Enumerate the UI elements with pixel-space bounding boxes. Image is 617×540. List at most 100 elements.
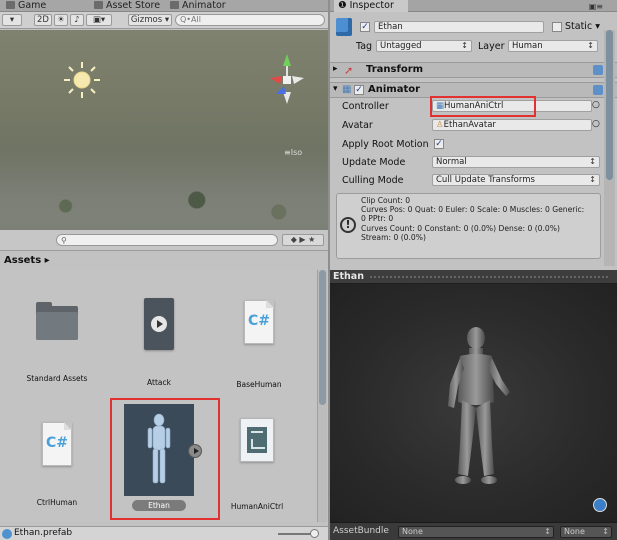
assetbundle-dropdown[interactable]: None <box>398 526 554 538</box>
preview-settings-icon[interactable] <box>593 498 607 512</box>
layer-dropdown[interactable]: Human <box>508 40 598 52</box>
info-line: Curves Count: 0 Constant: 0 (0.0%) Dense… <box>361 223 560 233</box>
tab-game-label: Game <box>18 0 47 11</box>
controller-value: HumanAniCtrl <box>444 101 504 111</box>
directional-light-icon[interactable] <box>62 60 102 100</box>
folder-icon <box>36 302 78 340</box>
gizmos-label: Gizmos <box>130 15 163 25</box>
effects-dropdown-icon[interactable]: ▣▾ <box>86 14 112 26</box>
help-book-icon[interactable] <box>593 85 603 95</box>
asset-item[interactable]: C# BaseHuman <box>216 300 302 389</box>
object-picker-icon[interactable]: ○ <box>592 119 600 129</box>
transform-title: Transform <box>366 64 424 75</box>
animator-component-icon: ▦ <box>342 84 352 95</box>
object-picker-icon[interactable]: ○ <box>592 100 600 110</box>
tab-asset-store-label: Asset Store <box>106 0 161 11</box>
asset-grid: Standard Assets Attack C# BaseHuman C# C… <box>0 270 316 522</box>
ethan-model-preview <box>448 327 510 484</box>
inspector-scrollbar[interactable] <box>604 30 615 266</box>
animator-component-header[interactable]: ▾ ▦ ✓ Animator ⚙ <box>330 82 617 98</box>
tab-game[interactable]: Game <box>6 0 46 12</box>
orientation-gizmo-icon[interactable] <box>264 50 310 110</box>
slider-knob[interactable] <box>310 529 319 538</box>
info-line: 0 PPtr: 0 <box>361 214 394 224</box>
assetbundle-bar: AssetBundle None None <box>330 522 617 540</box>
asset-label: CtrlHuman <box>36 498 78 507</box>
gizmos-dropdown[interactable]: Gizmos ▾ <box>128 14 172 26</box>
active-checkbox[interactable]: ✓ <box>360 22 370 32</box>
asset-item[interactable]: Standard Assets <box>14 302 100 383</box>
foldout-arrow-icon: ▸ <box>333 64 338 74</box>
assets-breadcrumb[interactable]: Assets ▸ <box>4 255 50 266</box>
animator-icon <box>170 1 179 9</box>
info-icon: ❶ <box>338 0 347 11</box>
info-lines: Clip Count: 0 Curves Pos: 0 Quat: 0 Eule… <box>361 196 601 242</box>
icon-size-slider[interactable] <box>278 533 314 535</box>
model-preview-viewport[interactable] <box>330 284 617 522</box>
asset-label: Attack <box>147 378 171 387</box>
preview-header[interactable]: Ethan <box>330 270 617 284</box>
mode-2d-button[interactable]: 2D <box>34 14 52 26</box>
asset-scrollbar[interactable] <box>317 270 327 522</box>
asset-label: Ethan <box>132 500 186 511</box>
static-checkbox[interactable] <box>552 22 562 32</box>
warning-info-icon: ! <box>340 217 356 233</box>
drag-handle[interactable] <box>370 276 610 278</box>
animator-enabled-checkbox[interactable]: ✓ <box>354 85 364 95</box>
projection-label[interactable]: ≡Iso <box>284 148 302 157</box>
asset-item[interactable]: Attack <box>116 298 202 387</box>
lock-icon[interactable]: ▣≡ <box>589 2 603 11</box>
tag-label: Tag <box>356 41 373 52</box>
filter-buttons[interactable]: ◆ ▶ ★ <box>282 234 324 246</box>
shading-dropdown[interactable]: ▾ <box>2 14 22 26</box>
assetbundle-variant-dropdown[interactable]: None <box>560 526 612 538</box>
model-prefab-icon <box>124 404 202 496</box>
asset-label: Standard Assets <box>26 374 88 383</box>
csharp-script-icon: C# <box>244 300 274 344</box>
game-icon <box>6 1 15 9</box>
terrain-ground <box>0 170 328 230</box>
transform-component-header[interactable]: ▸ ➚ Transform ⚙ <box>330 62 617 78</box>
expand-prefab-button[interactable] <box>188 444 202 458</box>
culling-mode-label: Culling Mode <box>342 175 404 186</box>
avatar-field[interactable]: ♙EthanAvatar <box>432 119 592 131</box>
scrollbar-thumb[interactable] <box>319 270 326 405</box>
asset-item-selected[interactable]: Ethan <box>116 404 202 511</box>
update-mode-label: Update Mode <box>342 157 406 168</box>
update-mode-dropdown[interactable]: Normal <box>432 156 600 168</box>
scrollbar-thumb[interactable] <box>606 30 613 180</box>
scene-toolbar: ▾ 2D ☀ ♪ ▣▾ Gizmos ▾ Q•All <box>0 12 328 29</box>
project-statusbar: Ethan.prefab <box>0 526 328 540</box>
project-toolbar: ⚲ ◆ ▶ ★ <box>0 230 328 251</box>
foldout-arrow-icon: ▾ <box>333 84 338 94</box>
layer-label: Layer <box>478 41 505 52</box>
audio-toggle-icon[interactable]: ♪ <box>70 14 84 26</box>
avatar-label: Avatar <box>342 120 373 131</box>
apply-root-motion-checkbox[interactable]: ✓ <box>434 139 444 149</box>
lighting-toggle-icon[interactable]: ☀ <box>54 14 68 26</box>
selected-file-path: Ethan.prefab <box>14 528 73 538</box>
scene-search-input[interactable]: Q•All <box>175 14 325 26</box>
editor-tab-bar: Game Asset Store Animator <box>0 0 328 12</box>
help-book-icon[interactable] <box>593 65 603 75</box>
asset-item[interactable]: C# CtrlHuman <box>14 422 100 507</box>
culling-mode-dropdown[interactable]: Cull Update Transforms <box>432 174 600 186</box>
inspector-tab-bar: ❶ Inspector ▣≡ <box>330 0 617 12</box>
controller-field[interactable]: ▦HumanAniCtrl <box>432 100 592 112</box>
tab-inspector[interactable]: ❶ Inspector <box>334 0 408 12</box>
assetbundle-label: AssetBundle <box>333 526 389 536</box>
asset-label: HumanAniCtrl <box>230 502 284 511</box>
project-search-input[interactable]: ⚲ <box>56 234 278 246</box>
tab-animator[interactable]: Animator <box>170 0 226 12</box>
search-icon: ⚲ <box>61 236 67 245</box>
animator-controller-icon: ▦ <box>436 101 445 111</box>
tab-asset-store[interactable]: Asset Store <box>94 0 160 12</box>
asset-item[interactable]: HumanAniCtrl <box>214 418 300 511</box>
object-name-field[interactable]: Ethan <box>374 21 544 33</box>
animation-clip-icon <box>144 298 174 350</box>
scene-viewport[interactable]: ≡Iso ▾≡ <box>0 30 328 230</box>
transform-icon: ➚ <box>344 64 354 77</box>
animator-title: Animator <box>368 84 421 95</box>
csharp-script-icon: C# <box>42 422 72 466</box>
tag-dropdown[interactable]: Untagged <box>376 40 472 52</box>
